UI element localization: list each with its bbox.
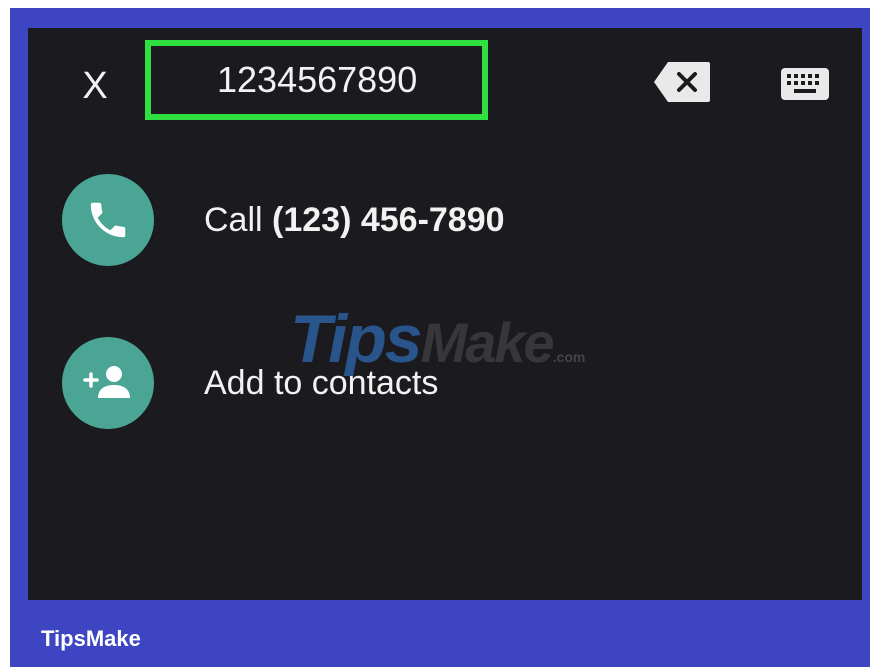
backspace-button[interactable] bbox=[652, 60, 712, 104]
phone-number-input[interactable] bbox=[217, 59, 467, 101]
add-to-contacts-label: Add to contacts bbox=[204, 363, 439, 402]
footer-brand: TipsMake bbox=[41, 626, 141, 651]
add-contact-button-circle bbox=[62, 337, 154, 429]
phone-icon bbox=[90, 202, 126, 238]
add-person-icon bbox=[83, 366, 130, 398]
close-icon: X bbox=[82, 64, 108, 107]
call-label: Call (123) 456-7890 bbox=[204, 201, 505, 240]
phone-number-field-highlight bbox=[145, 40, 488, 120]
image-frame: X 1234567890 Call (123) 456-7890 Add to … bbox=[10, 8, 870, 667]
call-button-circle bbox=[62, 174, 154, 266]
close-button[interactable]: X bbox=[76, 64, 114, 108]
dialer-screen: X 1234567890 Call (123) 456-7890 Add to … bbox=[28, 28, 862, 600]
call-prefix: Call bbox=[204, 200, 273, 239]
call-number-row[interactable]: Call (123) 456-7890 bbox=[62, 173, 822, 267]
keyboard-icon bbox=[781, 68, 829, 100]
add-to-contacts-row[interactable]: Add to contacts bbox=[62, 336, 822, 430]
backspace-icon bbox=[654, 62, 710, 102]
call-number: (123) 456-7890 bbox=[272, 200, 505, 239]
keyboard-button[interactable] bbox=[780, 64, 830, 104]
